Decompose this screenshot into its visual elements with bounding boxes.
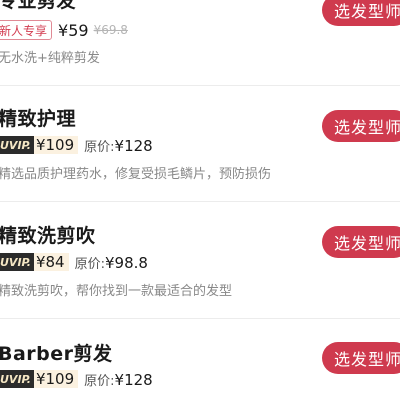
service-title: 精致护理 — [0, 108, 77, 130]
strike-price: ¥69.8 — [93, 23, 128, 37]
price-row: 新人专享 ¥59 ¥69.8 — [0, 20, 128, 40]
original-price-label: 原价: — [84, 139, 115, 155]
original-price: 原价:¥128 — [84, 370, 153, 389]
price-row: UVIP. ¥109 原价:¥128 — [0, 369, 153, 389]
vip-price-tag: UVIP. ¥109 — [0, 135, 79, 155]
vip-price: ¥109 — [33, 370, 79, 388]
service-price: ¥59 — [58, 20, 89, 40]
original-price-value: ¥128 — [114, 370, 153, 389]
new-user-badge: 新人专享 — [0, 20, 53, 40]
service-title: Barber剪发 — [0, 343, 113, 365]
vip-price: ¥84 — [33, 253, 69, 271]
vip-label: UVIP. — [0, 370, 34, 388]
divider — [0, 85, 400, 86]
service-description: 精选品质护理药水，修复受损毛鳞片，预防损伤 — [0, 167, 272, 182]
original-price-label: 原价: — [74, 256, 105, 272]
vip-label: UVIP. — [0, 136, 34, 154]
choose-stylist-button[interactable]: 选发型师 — [322, 0, 400, 26]
original-price: 原价:¥128 — [84, 136, 153, 155]
vip-price-tag: UVIP. ¥84 — [0, 252, 69, 272]
service-description: 无水洗+纯粹剪发 — [0, 51, 100, 66]
divider — [0, 201, 400, 202]
price-row: UVIP. ¥84 原价:¥98.8 — [0, 252, 148, 272]
service-description: 精致洗剪吹，帮你找到一款最适合的发型 — [0, 284, 233, 299]
price-row: UVIP. ¥109 原价:¥128 — [0, 135, 153, 155]
vip-price: ¥109 — [33, 136, 79, 154]
choose-stylist-button[interactable]: 选发型师 — [322, 342, 400, 374]
original-price-value: ¥128 — [114, 136, 153, 155]
original-price-value: ¥98.8 — [104, 253, 148, 272]
service-title: 专业剪发 — [0, 0, 77, 12]
choose-stylist-button[interactable]: 选发型师 — [322, 226, 400, 258]
service-title: 精致洗剪吹 — [0, 225, 96, 247]
vip-price-tag: UVIP. ¥109 — [0, 369, 79, 389]
vip-label: UVIP. — [0, 253, 34, 271]
choose-stylist-button[interactable]: 选发型师 — [322, 110, 400, 142]
original-price: 原价:¥98.8 — [75, 253, 148, 272]
original-price-label: 原价: — [84, 373, 115, 389]
divider — [0, 318, 400, 319]
